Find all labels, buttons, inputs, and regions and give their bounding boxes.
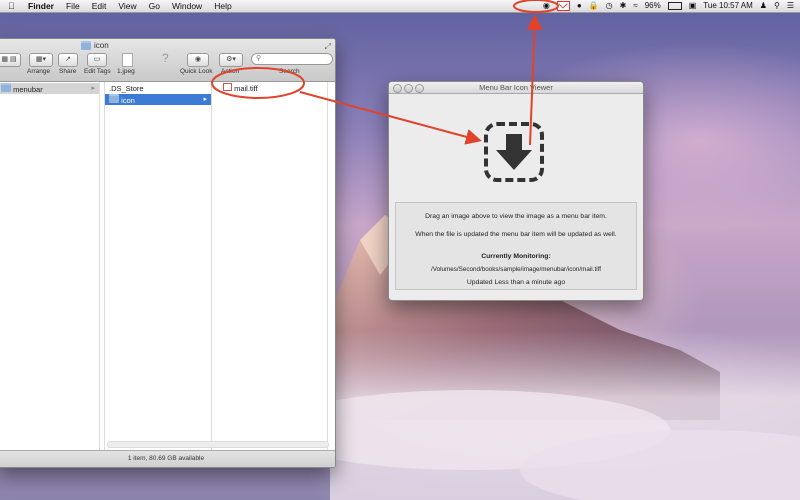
column-browser: menubar ▸ .DS_Store icon ▸ mail.tiff bbox=[0, 82, 335, 450]
file-icon bbox=[223, 83, 232, 91]
battery-icon[interactable] bbox=[667, 2, 682, 10]
list-item[interactable]: .DS_Store bbox=[105, 83, 211, 94]
share-button[interactable]: ↗ bbox=[58, 53, 78, 67]
update-note-text: When the file is updated the menu bar it… bbox=[415, 231, 617, 238]
menu-file[interactable]: File bbox=[66, 1, 80, 11]
action-label: Action bbox=[221, 68, 240, 75]
list-item-label: mail.tiff bbox=[234, 84, 258, 93]
apple-menu-icon[interactable]:  bbox=[8, 1, 22, 11]
preview-file-label: 1.jpeg bbox=[117, 68, 135, 75]
chevron-right-icon: ▸ bbox=[203, 96, 207, 103]
list-item[interactable]: mail.tiff bbox=[215, 83, 327, 94]
list-item-label: icon bbox=[121, 96, 135, 105]
status-bar: 1 item, 80.69 GB available bbox=[0, 450, 335, 467]
monitoring-label: Currently Monitoring: bbox=[481, 253, 551, 260]
viewer-title: Menu Bar Icon Viewer bbox=[479, 83, 553, 92]
column-1: menubar ▸ bbox=[0, 82, 100, 450]
menu-bar-icon-viewer-window: Menu Bar Icon Viewer Drag an image above… bbox=[388, 81, 644, 301]
bluetooth-icon[interactable]: ✱ bbox=[620, 1, 627, 11]
list-item[interactable]: icon ▸ bbox=[105, 94, 211, 105]
instruction-text: Drag an image above to view the image as… bbox=[425, 213, 607, 220]
search-icon: ⚲ bbox=[256, 55, 262, 62]
menu-app-name[interactable]: Finder bbox=[28, 1, 54, 11]
chevron-right-icon: ▸ bbox=[91, 85, 95, 92]
column-2: .DS_Store icon ▸ bbox=[104, 82, 212, 450]
battery-percent[interactable]: 96% bbox=[645, 1, 661, 11]
monitoring-path: /Volumes/Second/books/sample/image/menub… bbox=[431, 266, 601, 273]
horizontal-scrollbar[interactable] bbox=[107, 441, 329, 448]
fullscreen-icon[interactable]: ⤢ bbox=[325, 42, 331, 52]
viewer-titlebar: Menu Bar Icon Viewer bbox=[389, 82, 643, 94]
quick-look-button[interactable]: ◉ bbox=[187, 53, 209, 67]
close-button[interactable] bbox=[393, 84, 402, 93]
image-drop-well[interactable] bbox=[484, 122, 544, 182]
folder-icon bbox=[1, 83, 11, 92]
user-icon[interactable]: ♟ bbox=[760, 1, 767, 11]
status-app-icon-2[interactable]: ● bbox=[577, 1, 582, 11]
action-button[interactable]: ⚙▾ bbox=[219, 53, 243, 67]
edit-tags-label: Edit Tags bbox=[84, 68, 111, 75]
wifi-icon[interactable]: ≈ bbox=[633, 1, 637, 11]
finder-title-text: icon bbox=[94, 41, 109, 50]
download-arrow-icon bbox=[496, 134, 532, 170]
input-source-icon[interactable]: ▣ bbox=[689, 1, 697, 11]
folder-icon bbox=[81, 41, 91, 50]
search-label: Search bbox=[279, 68, 300, 75]
edit-tags-button[interactable]: ▭ bbox=[87, 53, 107, 67]
menu-window[interactable]: Window bbox=[172, 1, 202, 11]
menu-go[interactable]: Go bbox=[149, 1, 160, 11]
list-item-label: .DS_Store bbox=[109, 84, 144, 93]
status-app-icon[interactable]: ◉ bbox=[543, 1, 550, 11]
time-machine-icon[interactable]: ◷ bbox=[606, 1, 613, 11]
info-panel: Drag an image above to view the image as… bbox=[395, 202, 637, 290]
mail-menubar-icon[interactable] bbox=[556, 1, 570, 11]
notification-center-icon[interactable]: ☰ bbox=[787, 1, 794, 11]
lock-icon[interactable]: 🔒 bbox=[589, 1, 599, 11]
finder-title: icon bbox=[81, 41, 109, 50]
arrange-label: Arrange bbox=[27, 68, 51, 75]
list-item-label: menubar bbox=[13, 85, 43, 94]
folder-icon bbox=[109, 94, 119, 103]
updated-text: Updated Less than a minute ago bbox=[466, 279, 566, 286]
menu-edit[interactable]: Edit bbox=[92, 1, 107, 11]
search-input[interactable]: ⚲ bbox=[251, 53, 333, 65]
file-preview-icon bbox=[122, 53, 133, 67]
share-label: Share bbox=[59, 68, 77, 75]
zoom-button[interactable] bbox=[415, 84, 424, 93]
menu-bar:  Finder File Edit View Go Window Help ◉… bbox=[0, 0, 800, 13]
menu-view[interactable]: View bbox=[118, 1, 136, 11]
finder-toolbar: icon ⤢ ▦ ▤ ▦▾ Arrange ↗ Share ▭ Edit Tag… bbox=[0, 39, 335, 82]
minimize-button[interactable] bbox=[404, 84, 413, 93]
finder-window: icon ⤢ ▦ ▤ ▦▾ Arrange ↗ Share ▭ Edit Tag… bbox=[0, 38, 336, 468]
quick-look-label: Quick Look bbox=[180, 68, 213, 75]
arrange-button[interactable]: ▦▾ bbox=[29, 53, 53, 67]
view-mode-buttons[interactable]: ▦ ▤ bbox=[0, 53, 21, 67]
menubar-clock[interactable]: Tue 10:57 AM bbox=[703, 1, 753, 11]
menu-help[interactable]: Help bbox=[214, 1, 231, 11]
list-item[interactable]: menubar ▸ bbox=[0, 83, 99, 94]
spotlight-icon[interactable]: ⚲ bbox=[774, 1, 780, 11]
help-icon: ? bbox=[162, 51, 169, 65]
column-3: mail.tiff bbox=[215, 82, 328, 450]
